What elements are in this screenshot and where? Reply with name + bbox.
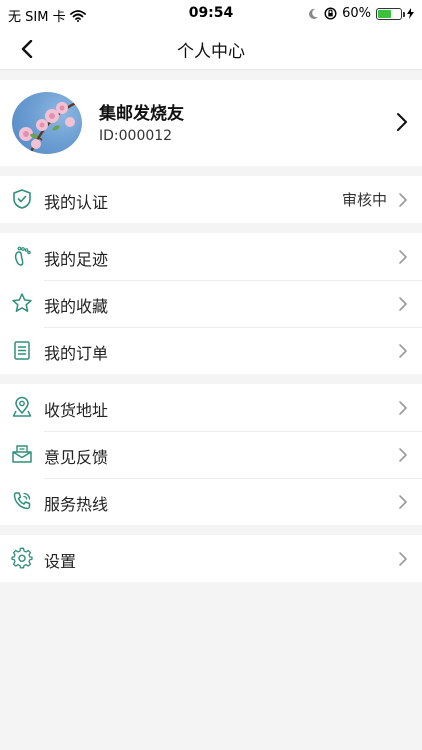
- order-list-icon: [14, 341, 30, 360]
- profile-id: ID:000012: [99, 128, 173, 144]
- battery-percent: 60%: [342, 6, 371, 21]
- hotline-label: 服务热线: [44, 495, 109, 514]
- settings-label: 设置: [44, 552, 77, 571]
- hotline-row[interactable]: 服务热线: [0, 478, 422, 525]
- gear-icon: [11, 547, 33, 569]
- mail-feedback-icon: [12, 445, 32, 463]
- service-group: 收货地址 意见反馈 服务热线: [0, 384, 422, 525]
- profile-name: 集邮发烧友: [99, 104, 184, 124]
- footprint-row[interactable]: 我的足迹: [0, 233, 422, 280]
- footprint-label: 我的足迹: [44, 250, 109, 269]
- chevron-right-icon: [397, 113, 407, 131]
- certification-status: 审核中: [341, 191, 387, 209]
- certification-row[interactable]: 我的认证 审核中: [0, 176, 422, 223]
- chevron-right-icon: [399, 552, 407, 566]
- feedback-row[interactable]: 意见反馈: [0, 431, 422, 478]
- phone-call-icon: [13, 492, 31, 510]
- favorites-label: 我的收藏: [44, 297, 109, 316]
- profile-card[interactable]: 集邮发烧友 ID:000012: [0, 80, 422, 166]
- battery-icon: [376, 7, 405, 20]
- favorites-row[interactable]: 我的收藏: [0, 280, 422, 327]
- moon-icon: [309, 8, 319, 19]
- back-arrow-icon: [21, 40, 33, 58]
- chevron-right-icon: [399, 297, 407, 311]
- status-bar: 无 SIM 卡 09:54 60%: [0, 0, 422, 28]
- nav-bar: 个人中心: [0, 28, 422, 70]
- back-button[interactable]: [14, 36, 40, 62]
- certification-group: 我的认证 审核中: [0, 176, 422, 223]
- settings-group: 设置: [0, 535, 422, 582]
- shield-check-icon: [13, 189, 31, 209]
- feedback-label: 意见反馈: [44, 448, 109, 467]
- avatar[interactable]: [12, 92, 82, 154]
- chevron-right-icon: [399, 448, 407, 462]
- chevron-right-icon: [399, 193, 407, 207]
- peach-blossom-photo: [19, 100, 79, 154]
- certification-label: 我的认证: [44, 193, 109, 212]
- battery-fill: [378, 9, 392, 18]
- charging-bolt-icon: [407, 8, 414, 19]
- orders-row[interactable]: 我的订单: [0, 327, 422, 374]
- address-label: 收货地址: [44, 401, 109, 420]
- location-icon: [12, 396, 32, 417]
- orientation-lock-icon: [324, 7, 337, 20]
- chevron-right-icon: [399, 495, 407, 509]
- address-row[interactable]: 收货地址: [0, 384, 422, 431]
- page-title: 个人中心: [177, 42, 245, 62]
- footprint-icon: [14, 246, 31, 266]
- chevron-right-icon: [399, 401, 407, 415]
- orders-label: 我的订单: [44, 344, 109, 363]
- activity-group: 我的足迹 我的收藏 我的订单: [0, 233, 422, 374]
- status-right: 60%: [308, 6, 414, 21]
- chevron-right-icon: [399, 250, 407, 264]
- settings-row[interactable]: 设置: [0, 535, 422, 582]
- chevron-right-icon: [399, 344, 407, 358]
- star-icon: [12, 293, 32, 312]
